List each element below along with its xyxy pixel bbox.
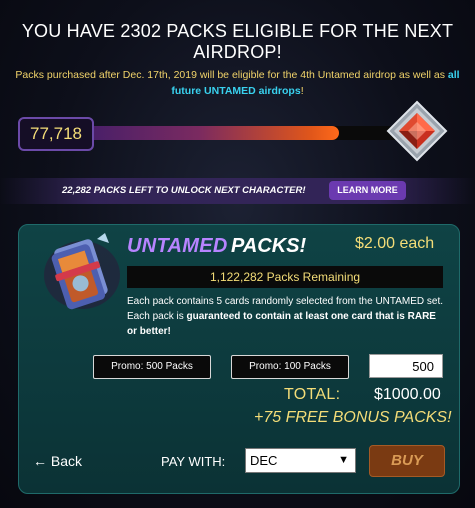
progress-bar-fill (58, 126, 339, 140)
promo-500-packs-button[interactable]: Promo: 500 Packs (93, 355, 211, 379)
total-label: TOTAL: (284, 386, 341, 403)
promo-100-packs-button[interactable]: Promo: 100 Packs (231, 355, 349, 379)
product-name-packs: PACKS! (231, 235, 307, 257)
buy-button[interactable]: BUY (369, 445, 445, 477)
back-link[interactable]: ← Back (33, 453, 82, 469)
product-name-untamed: UNTAMED (127, 235, 228, 257)
progress-bar-track (58, 126, 418, 140)
currency-selected: DEC (250, 453, 278, 468)
pack-progress: 77,718 (18, 100, 448, 162)
pack-price: $2.00 each (355, 235, 435, 252)
pay-with-label: PAY WITH: (161, 454, 226, 469)
packs-sold-count: 77,718 (18, 117, 94, 151)
unlock-banner: 22,282 PACKS LEFT TO UNLOCK NEXT CHARACT… (0, 178, 475, 204)
eligible-packs-title: YOU HAVE 2302 PACKS ELIGIBLE FOR THE NEX… (21, 21, 454, 62)
pack-description: Each pack contains 5 cards randomly sele… (127, 296, 444, 337)
dropdown-arrow-icon: ▼ (338, 454, 349, 466)
packs-left-to-unlock: 22,282 PACKS LEFT TO UNLOCK NEXT CHARACT… (62, 185, 306, 196)
packs-remaining: 1,122,282 Packs Remaining (127, 266, 443, 288)
currency-select[interactable]: DEC ▼ (245, 448, 356, 473)
airdrop-eligibility-note: Packs purchased after Dec. 17th, 2019 wi… (15, 69, 460, 97)
quantity-input[interactable] (369, 354, 443, 378)
red-gem-icon (386, 100, 448, 162)
total-value: $1000.00 (374, 386, 441, 403)
learn-more-button[interactable]: LEARN MORE (329, 181, 406, 200)
untamed-pack-icon (44, 233, 120, 310)
bonus-packs: +75 FREE BONUS PACKS! (254, 409, 452, 426)
untamed-pack-panel: UNTAMED PACKS! $2.00 each 1,122,282 Pack… (18, 224, 460, 494)
